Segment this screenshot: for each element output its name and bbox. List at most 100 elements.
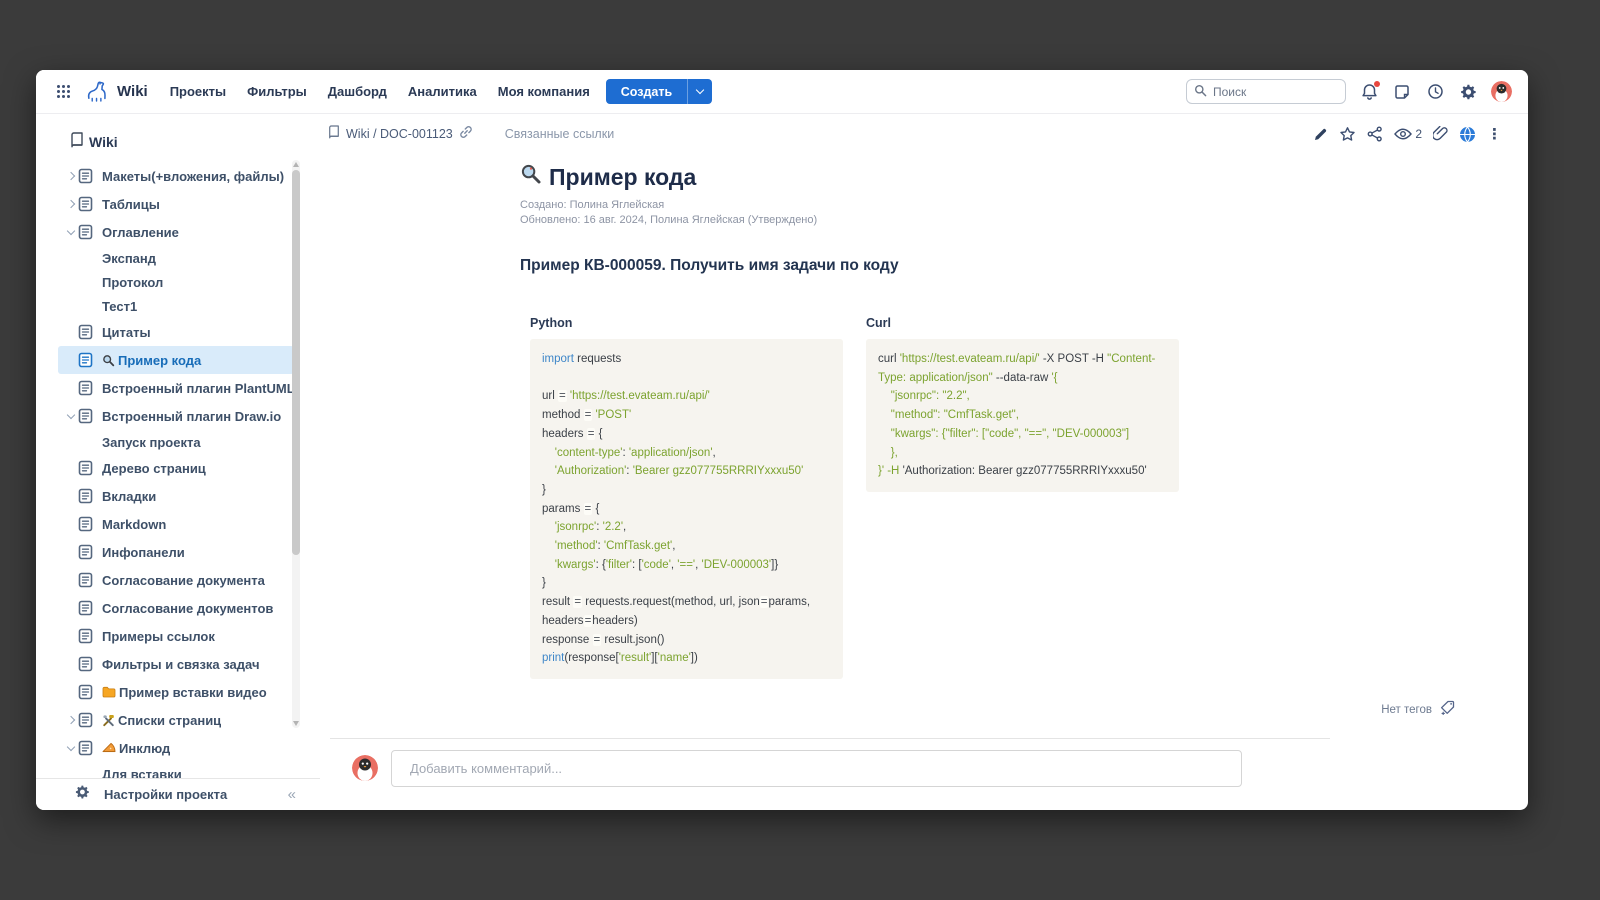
created-line: Создано: Полина Яглейская [520,198,1330,213]
sidebar-item-8[interactable]: Пример кода [58,346,294,374]
sidebar-item-14[interactable]: Markdown [58,510,294,538]
code-line: method = 'POST' [542,406,831,425]
sidebar-item-17[interactable]: Согласование документов [58,594,294,622]
settings-gear-icon[interactable] [1458,82,1478,102]
nav-item-4[interactable]: Аналитика [408,84,477,99]
user-avatar[interactable] [1491,81,1512,102]
code-token: , [672,540,675,552]
scrollbar-up-arrow[interactable] [293,162,299,167]
sidebar-item-19[interactable]: Фильтры и связка задач [58,650,294,678]
code-token: '==' [677,559,695,571]
chevron-spacer [64,573,78,587]
chevron-right-icon[interactable] [64,713,78,727]
sidebar-item-15[interactable]: Инфопанели [58,538,294,566]
add-comment-input[interactable] [391,750,1242,787]
star-icon[interactable] [1339,126,1356,142]
code-token: 'method' [555,540,598,552]
code-line: print(response['result']['name']) [542,649,831,668]
note-icon[interactable] [1392,82,1412,102]
code-token: 'kwargs' [555,559,596,571]
chevron-right-icon[interactable] [64,197,78,211]
scrollbar-down-arrow[interactable] [293,721,299,726]
breadcrumb-row: Wiki / DOC-001123 Связанные ссылки [320,114,1528,154]
history-icon[interactable] [1425,82,1445,102]
attachment-paperclip-icon[interactable] [1433,126,1448,142]
chevron-down-icon [696,86,704,94]
code-line: result = requests.request(method, url, j… [542,593,831,612]
apps-grid-icon[interactable] [52,81,74,103]
chevron-right-icon[interactable] [64,169,78,183]
sidebar-item-13[interactable]: Вкладки [58,482,294,510]
sidebar-collapse-icon[interactable]: « [288,787,296,802]
sidebar-item-1[interactable]: Макеты(+вложения, файлы) [58,162,294,190]
include-wedge-icon [102,742,116,754]
code-panel-curl[interactable]: curl 'https://test.evateam.ru/api/' -X P… [866,339,1179,492]
sidebar-item-2[interactable]: Таблицы [58,190,294,218]
share-icon[interactable] [1367,126,1383,142]
code-token: , [713,447,716,459]
chevron-down-icon[interactable] [64,741,78,755]
globe-icon[interactable] [1459,126,1476,143]
tools-icon [102,714,115,727]
create-dropdown-button[interactable] [687,79,712,104]
breadcrumb-path[interactable]: Wiki / DOC-001123 [346,127,453,141]
sidebar-item-16[interactable]: Согласование документа [58,566,294,594]
create-button[interactable]: Создать [606,79,687,104]
breadcrumb[interactable]: Wiki / DOC-001123 [328,125,473,144]
main-nav: Проекты Фильтры Дашборд Аналитика Моя компан… [170,84,590,99]
code-token: requests.request(method, url, json [582,596,760,608]
document-icon [78,712,93,728]
code-line: }, [878,444,1167,463]
sidebar-item-21[interactable]: Списки страниц [58,706,294,734]
desktop-background: Wiki ПроектыФильтрыДашбордАналитикаМоя к… [0,0,1600,900]
edit-pencil-icon[interactable] [1313,127,1328,142]
related-links-tab[interactable]: Связанные ссылки [505,127,614,141]
sidebar-item-3[interactable]: Оглавление [58,218,294,246]
chevron-down-icon[interactable] [64,225,78,239]
nav-item-1[interactable]: Проекты [170,84,226,99]
code-panel-python[interactable]: import requests url = 'https://test.evat… [530,339,843,679]
search-input[interactable] [1186,79,1346,104]
code-token: headers) [592,615,637,627]
sidebar-item-7[interactable]: Цитаты [58,318,294,346]
sidebar-footer: Настройки проекта « [36,778,320,810]
code-token: Type: application/json" [878,372,993,384]
chevron-down-icon[interactable] [64,409,78,423]
notifications-bell-icon[interactable] [1359,82,1379,102]
sidebar-item-12[interactable]: Дерево страниц [58,454,294,482]
sidebar-scrollbar[interactable] [292,160,300,728]
code-token: = [584,503,593,515]
sidebar-item-6[interactable]: Тест1 [58,294,294,318]
more-vertical-icon[interactable]: ⋮ [1487,125,1502,143]
code-token: 'result' [619,652,652,664]
code-line: curl 'https://test.evateam.ru/api/' -X P… [878,350,1167,369]
nav-item-3[interactable]: Дашборд [328,84,387,99]
code-line: 'kwargs': {'filter': ['code', '==', 'DEV… [542,556,831,575]
project-settings-button[interactable]: Настройки проекта [104,787,227,802]
sidebar-item-20[interactable]: Пример вставки видео [58,678,294,706]
document-icon [78,516,93,532]
code-token: 'content-type' [555,447,623,459]
topbar-right [1186,79,1512,104]
code-token [878,447,891,459]
code-token [878,428,891,440]
copy-link-icon[interactable] [459,125,473,144]
code-token: { [592,503,599,515]
sidebar-item-22[interactable]: Инклюд [58,734,294,762]
sidebar-item-10[interactable]: Встроенный плагин Draw.io [58,402,294,430]
code-token: = [584,615,593,627]
search-box [1186,79,1346,104]
sidebar-item-18[interactable]: Примеры ссылок [58,622,294,650]
sidebar-item-4[interactable]: Экспанд [58,246,294,270]
views-eye-icon[interactable]: 2 [1394,127,1422,141]
nav-item-2[interactable]: Фильтры [247,84,307,99]
sidebar-item-23[interactable]: Для вставки [58,762,294,778]
scrollbar-thumb[interactable] [292,170,300,555]
nav-item-5[interactable]: Моя компания [498,84,590,99]
sidebar-item-5[interactable]: Протокол [58,270,294,294]
sidebar-item-11[interactable]: Запуск проекта [58,430,294,454]
chevron-spacer [64,545,78,559]
search-icon [1194,84,1207,102]
add-tag-icon[interactable] [1440,700,1456,720]
sidebar-item-9[interactable]: Встроенный плагин PlantUML [58,374,294,402]
